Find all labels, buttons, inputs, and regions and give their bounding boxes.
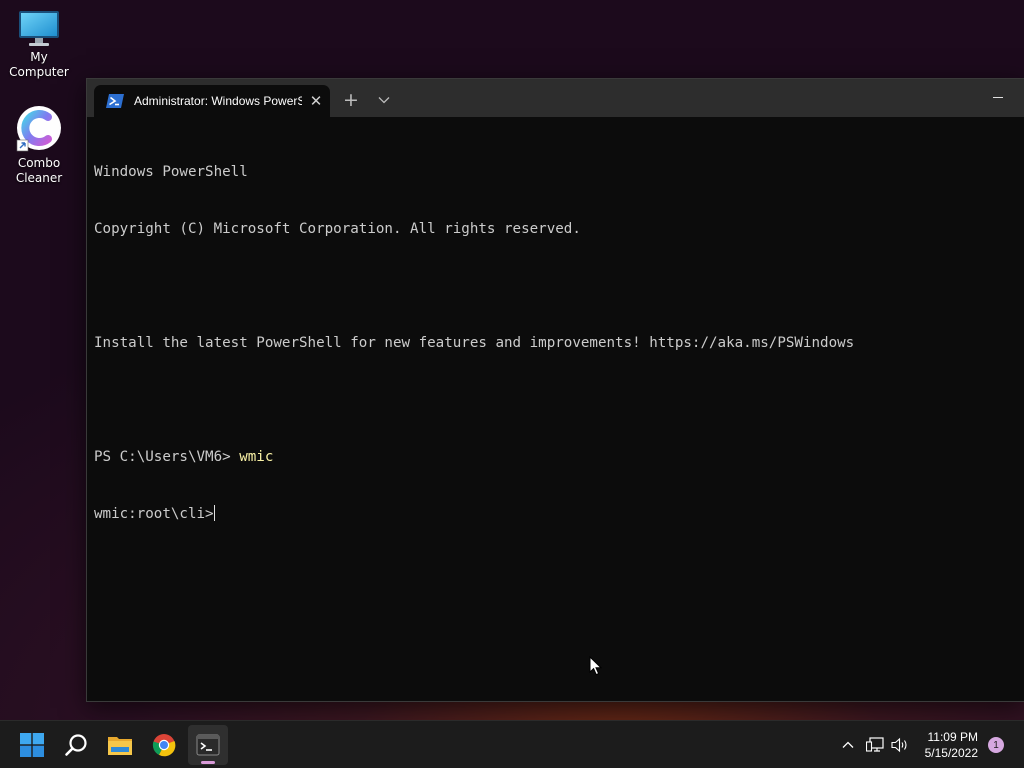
volume-button[interactable] [889, 721, 911, 768]
search-button[interactable] [56, 725, 96, 765]
terminal-output[interactable]: Windows PowerShell Copyright (C) Microso… [87, 117, 1024, 701]
output-line: Copyright (C) Microsoft Corporation. All… [94, 221, 581, 237]
chrome-icon [152, 734, 176, 757]
output-line: Install the latest PowerShell for new fe… [94, 335, 855, 351]
minimize-icon[interactable] [986, 87, 1010, 109]
mouse-pointer-icon [589, 656, 603, 676]
chevron-down-icon[interactable] [372, 88, 396, 112]
command-line: PS C:\Users\VM6> wmic [94, 448, 1024, 467]
notification-badge[interactable]: 1 [988, 737, 1004, 753]
network-icon [866, 737, 884, 752]
terminal-window[interactable]: Administrator: Windows PowerShell ✕ + Wi… [86, 78, 1024, 702]
active-indicator [201, 761, 215, 764]
tab-bar: Administrator: Windows PowerShell ✕ + [87, 79, 1024, 117]
text-cursor [213, 505, 215, 521]
start-icon [20, 733, 44, 757]
prompt-text: PS C:\Users\VM6> [94, 449, 240, 465]
volume-icon [891, 737, 907, 753]
terminal-button[interactable] [188, 725, 228, 765]
file-explorer-button[interactable] [100, 725, 140, 765]
network-button[interactable] [864, 721, 886, 768]
system-clock[interactable]: 11:09 PM 5/15/2022 [916, 729, 978, 761]
monitor-icon [19, 11, 59, 46]
tab-title: Administrator: Windows PowerShell [134, 94, 302, 108]
show-hidden-icons-button[interactable] [838, 721, 858, 768]
file-explorer-icon [108, 737, 132, 755]
clock-time: 11:09 PM [927, 730, 978, 744]
taskbar: 11:09 PM 5/15/2022 1 [0, 720, 1024, 768]
desktop-icon-label: My Computer [9, 50, 69, 79]
desktop-icon-label: Combo Cleaner [15, 156, 63, 185]
current-prompt-line[interactable]: wmic:root\cli> [94, 505, 1024, 524]
tab-powershell[interactable]: Administrator: Windows PowerShell ✕ [94, 85, 330, 117]
new-tab-plus-icon[interactable]: + [339, 88, 363, 112]
command-text: wmic [239, 449, 274, 465]
search-icon [65, 734, 87, 756]
desktop-icon-my-computer[interactable]: My Computer [0, 8, 78, 80]
output-line: Windows PowerShell [94, 164, 248, 180]
start-button[interactable] [12, 725, 52, 765]
close-tab-icon[interactable]: ✕ [306, 91, 326, 111]
terminal-icon [196, 734, 220, 756]
combo-cleaner-icon [16, 106, 61, 152]
chevron-up-icon [842, 741, 854, 748]
clock-date: 5/15/2022 [924, 746, 978, 760]
chrome-button[interactable] [144, 725, 184, 765]
current-prompt-text: wmic:root\cli> [94, 506, 214, 522]
desktop-icon-combo-cleaner[interactable]: Combo Cleaner [0, 104, 78, 186]
powershell-icon [106, 94, 124, 108]
